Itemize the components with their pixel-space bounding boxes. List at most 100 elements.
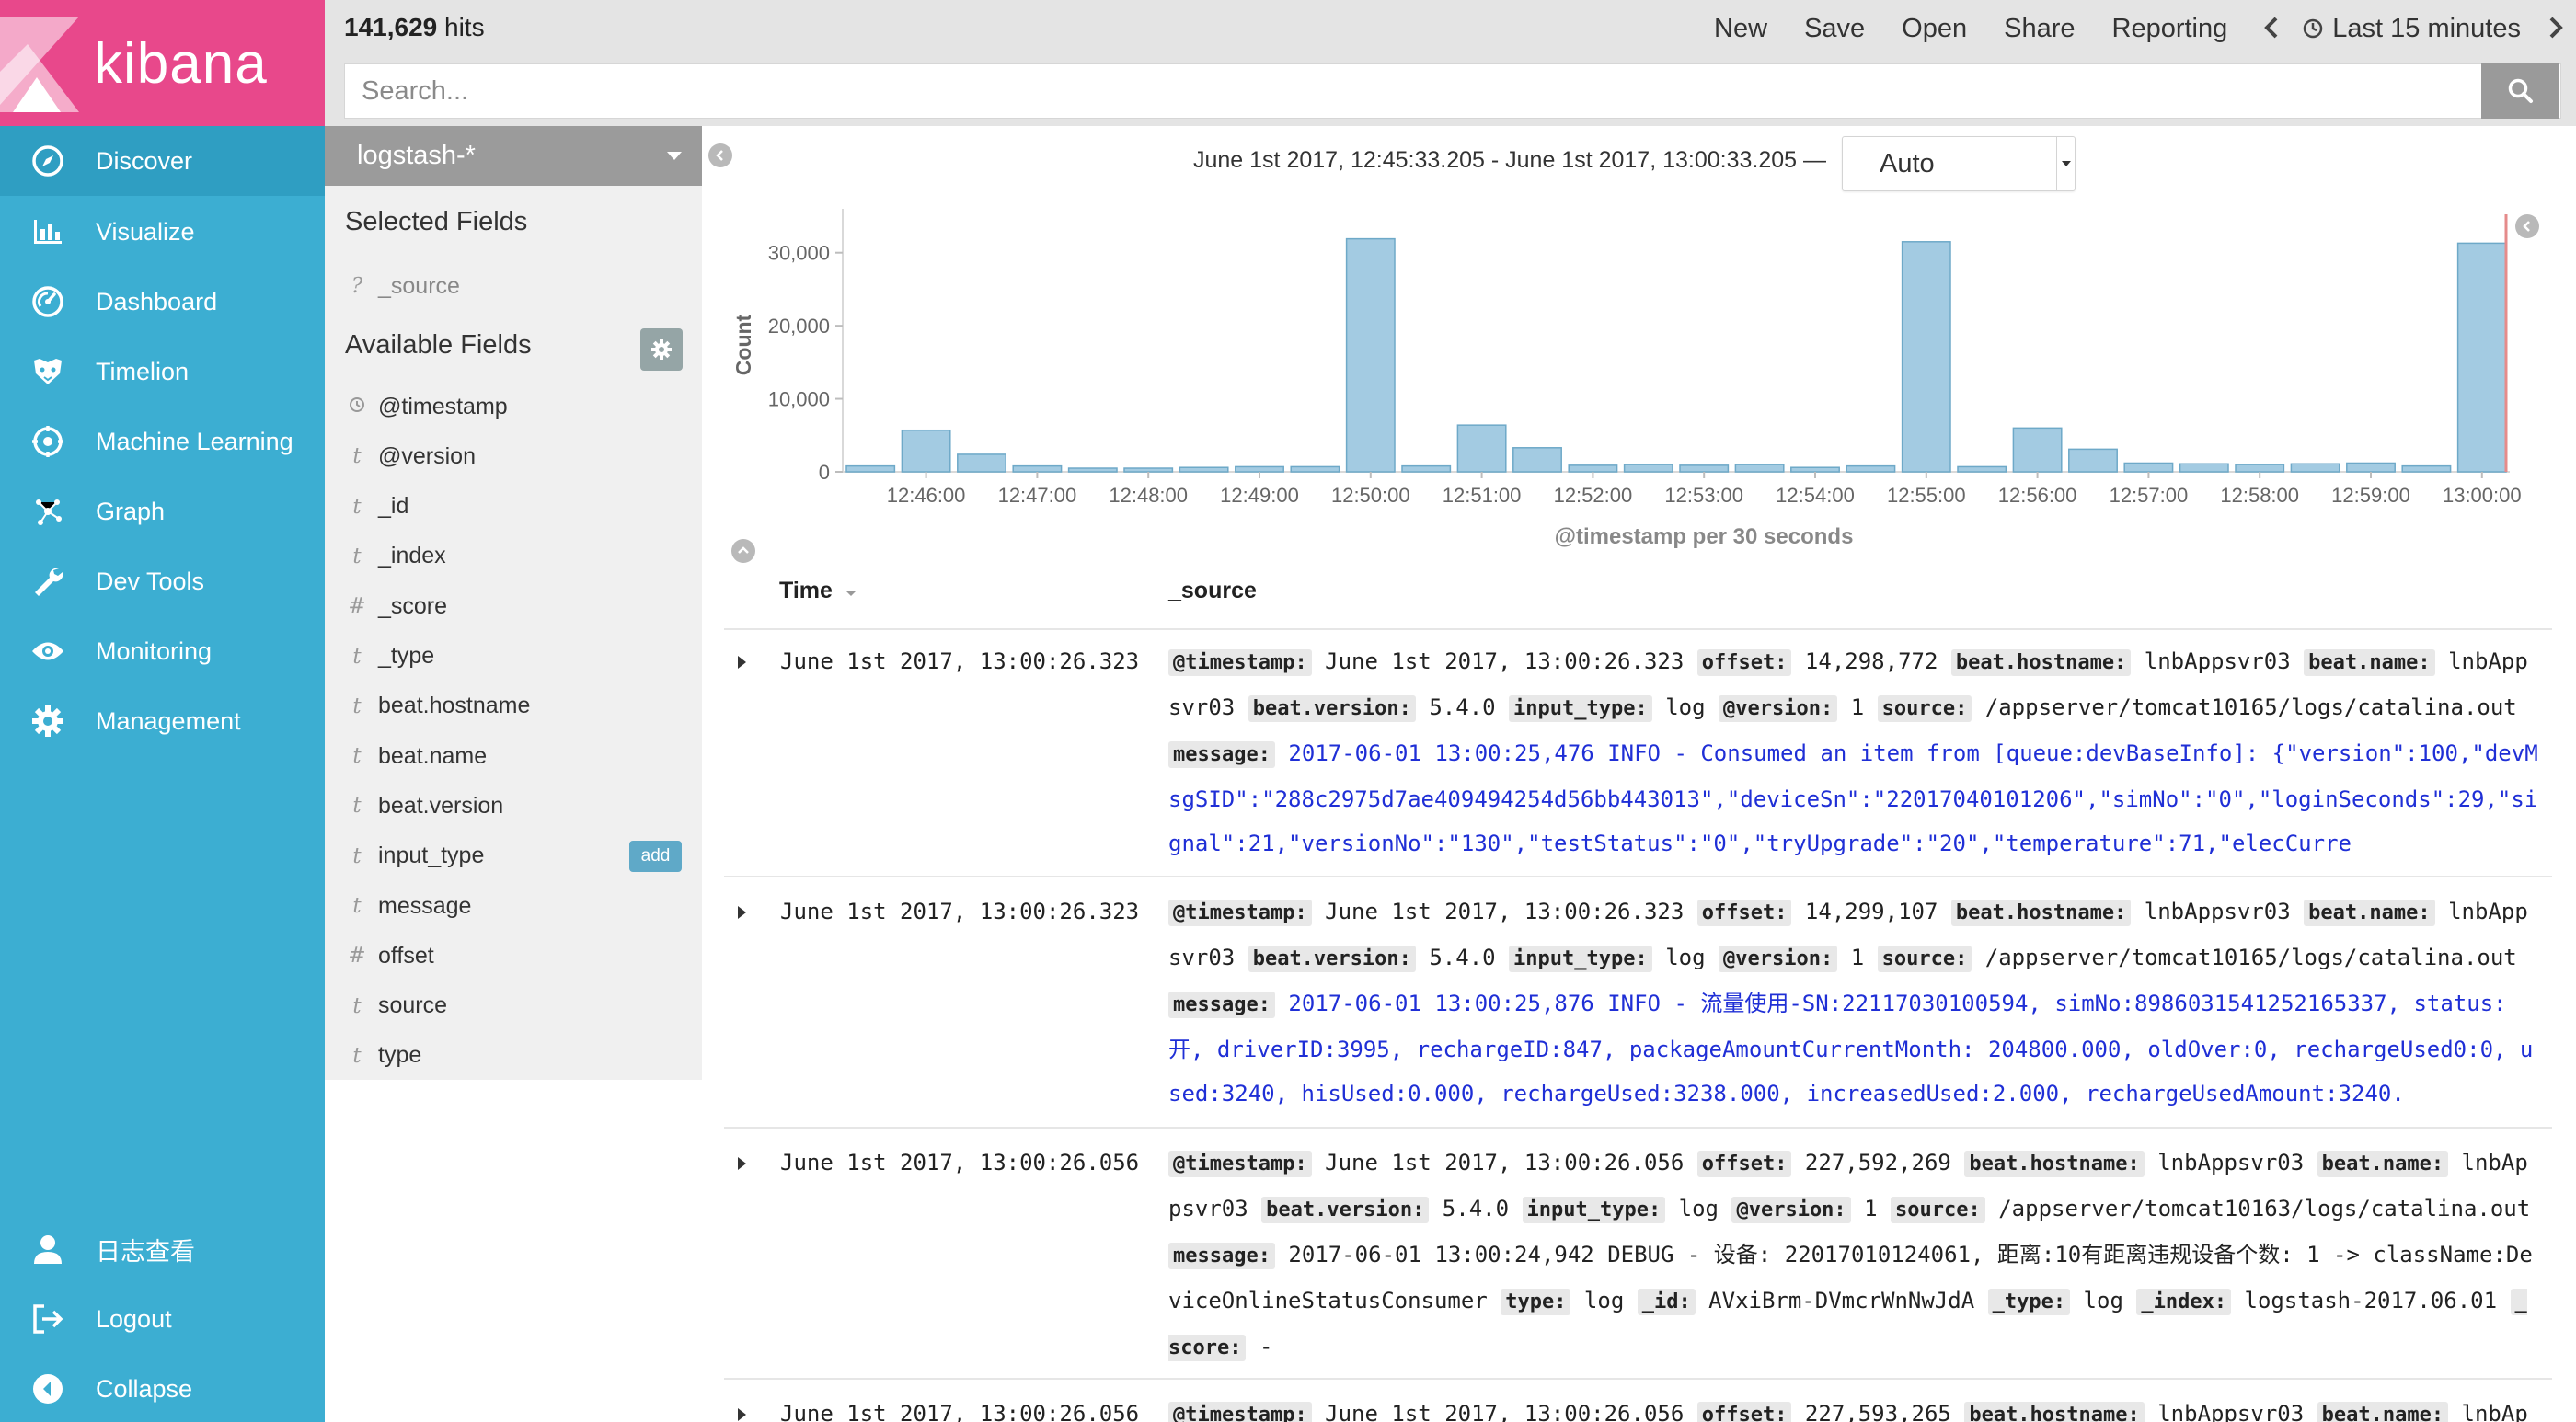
share-button[interactable]: Share [2004,14,2075,44]
nav-item-logout[interactable]: Logout [0,1284,325,1354]
chart-toggle-button[interactable] [731,539,755,563]
y-axis-label: Count [731,314,755,375]
string-type-icon: t [352,644,362,669]
field-key: source: [1877,946,1972,972]
field-key: message: [1168,1243,1275,1269]
field-beatversion[interactable]: t beat.version [325,781,702,831]
interval-select[interactable]: Auto [1842,136,2076,191]
machine-learning-icon [0,407,96,476]
histogram-bar [2012,427,2063,473]
nav-item-dev-tools[interactable]: Dev Tools [0,546,325,616]
nav-item-label: Graph [96,497,166,525]
string-type-icon: t [352,1043,362,1068]
field-beathostname[interactable]: t beat.hostname [325,682,702,731]
interval-value: Auto [1880,148,1935,178]
field-key: beat.name: [2317,1151,2449,1177]
histogram-bar [1290,465,1340,473]
field-sidebar: logstash-* Selected Fields ? _source Ava… [325,126,702,1080]
histogram-bar [1679,464,1730,473]
field-type[interactable]: t type [325,1031,702,1081]
field-timestamp[interactable]: @timestamp [325,382,702,431]
histogram-bar [1456,424,1507,473]
time-back-button[interactable] [2264,11,2279,47]
sort-down-icon[interactable] [845,589,857,598]
field-key: @version: [1719,946,1838,972]
field-message[interactable]: t message [325,881,702,931]
time-picker[interactable]: Last 15 minutes [2303,14,2521,44]
field-index[interactable]: t _index [325,532,702,581]
histogram-bar [2290,463,2340,473]
expand-row-caret-icon[interactable] [738,1157,746,1170]
search-button[interactable] [2481,63,2559,119]
histogram-bar [1123,467,1174,473]
select-arrow-icon [2056,137,2075,190]
histogram-bar [1179,466,1229,473]
time-forward-button[interactable] [2548,11,2563,47]
selected-field-source[interactable]: ? _source [325,261,702,311]
nav-item-dashboard[interactable]: Dashboard [0,267,325,337]
histogram-bar [1012,464,1063,473]
nav-item-graph[interactable]: Graph [0,476,325,546]
nav-item-label: Dev Tools [96,567,205,595]
expand-row-caret-icon[interactable] [738,656,746,669]
nav-item-discover[interactable]: Discover [0,126,325,196]
open-button[interactable]: Open [1902,14,1967,44]
row-source: @timestamp: June 1st 2017, 13:00:26.323 … [1168,889,2539,1116]
x-tick-label: 12:53:00 [1664,484,1743,507]
field-version[interactable]: t @version [325,431,702,481]
nav-item-label: Monitoring [96,636,213,665]
x-tick-label: 12:54:00 [1776,484,1855,507]
field-score[interactable]: # _score [325,581,702,631]
nav-item-visualize[interactable]: Visualize [0,197,325,267]
x-tick-label: 12:51:00 [1443,484,1522,507]
kibana-logo-text: kibana [94,32,268,96]
field-value: 5.4.0 [1442,1196,1510,1221]
nav-item-collapse[interactable]: Collapse [0,1354,325,1422]
field-id[interactable]: t _id [325,482,702,532]
field-key: @version: [1731,1197,1851,1223]
field-settings-button[interactable] [640,328,683,371]
search-input[interactable] [345,64,2560,118]
field-key: beat.version: [1248,946,1416,972]
index-pattern-select[interactable]: logstash-* [325,126,702,186]
field-source[interactable]: t source [325,981,702,1031]
nav-item-timelion[interactable]: Timelion [0,337,325,407]
hits-label: hits [437,13,485,41]
field-key: _type: [1987,1289,2071,1315]
field-type[interactable]: t _type [325,632,702,682]
x-axis-label: @timestamp per 30 seconds [1555,524,1854,549]
field-offset[interactable]: # offset [325,931,702,980]
field-value: June 1st 2017, 13:00:26.323 [1325,899,1685,924]
expand-row-caret-icon[interactable] [738,906,746,919]
number-type-icon: # [348,944,366,969]
kibana-logo[interactable]: kibana [0,0,325,126]
expand-row-caret-icon[interactable] [738,1408,746,1421]
graph-icon [0,476,96,546]
field-beatname[interactable]: t beat.name [325,731,702,781]
field-value: /appserver/tomcat10165/logs/catalina.out [1984,945,2517,970]
field-name: _type [378,643,435,669]
save-button[interactable]: Save [1804,14,1865,44]
field-key: beat.hostname: [1964,1151,2145,1177]
field-key: offset: [1696,900,1792,926]
field-value: logstash-2017.06.01 [2244,1288,2498,1313]
chevron-left-icon [2264,17,2278,38]
nav-item-label: Visualize [96,217,195,246]
nav-item-machine-learning[interactable]: Machine Learning [0,407,325,476]
nav-item-label: 日志查看 [96,1237,195,1266]
histogram-bar [1790,466,1840,473]
time-column-header[interactable]: Time [779,578,857,604]
row-divider [724,876,2552,877]
nav-item-monitoring[interactable]: Monitoring [0,616,325,686]
reporting-button[interactable]: Reporting [2112,14,2228,44]
field-key: @timestamp: [1168,1151,1312,1177]
new-button[interactable]: New [1714,14,1767,44]
timelion-icon [0,337,96,407]
nav-item-log-view[interactable]: 日志查看 [0,1214,325,1284]
field-key: source: [1891,1197,1985,1223]
add-field-button[interactable]: add [629,840,682,872]
collapse-sidebar-button[interactable] [708,143,732,167]
histogram-bar [845,464,896,473]
nav-item-management[interactable]: Management [0,686,325,756]
field-name: type [378,1042,422,1069]
